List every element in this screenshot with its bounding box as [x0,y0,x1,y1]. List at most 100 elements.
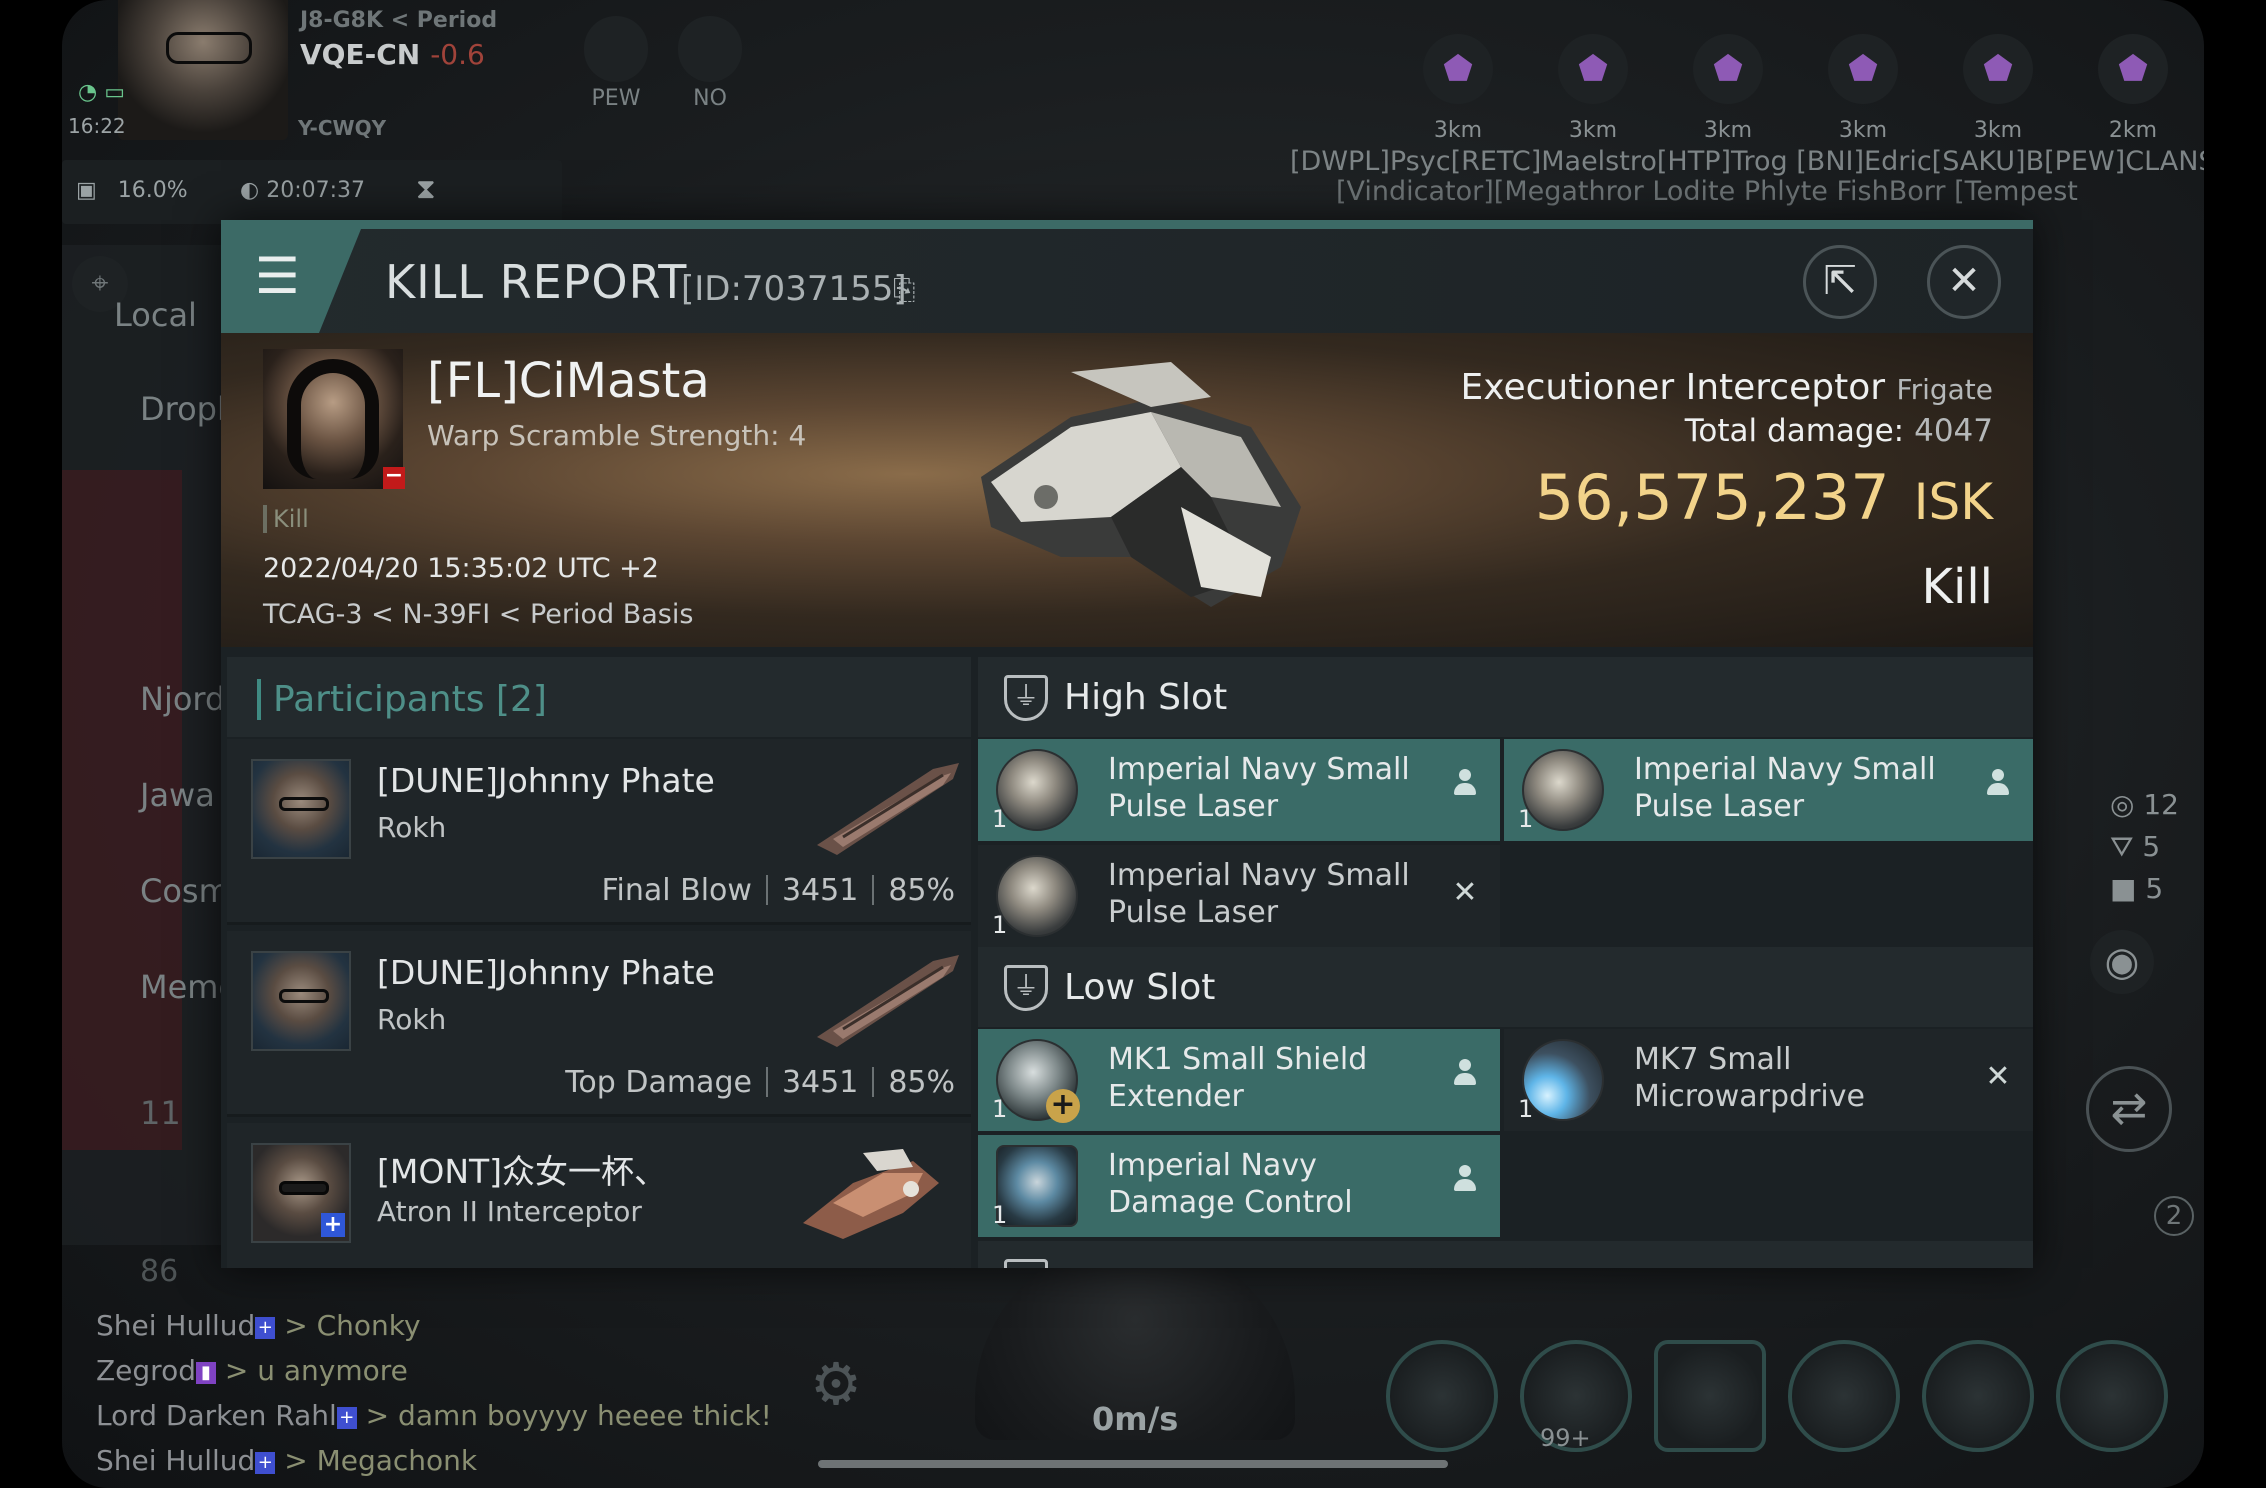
fitting-item[interactable]: 1 Imperial Navy Small Pulse Laser [1504,739,2033,841]
overview-entry-2[interactable]: ⬟ 3km [1543,34,1643,143]
overview-entry-3[interactable]: ⬟ 3km [1678,34,1778,143]
dropped-person-icon [1450,1165,1480,1205]
side-count: 11 [140,1094,181,1132]
high-slot-icon: ⏚ [1004,675,1048,721]
chat-log[interactable]: Shei Hullud + > Chonky Zegrod ▮ > u anymor… [96,1303,772,1483]
victim-ship-class[interactable]: Executioner Interceptor Frigate [1461,367,1993,408]
participant-stats: Final Blow 3451 85% [601,873,955,908]
region-route: J8-G8K < Period [300,8,498,33]
timer-stat[interactable]: ◐ 20:07:37 [240,178,365,203]
drone-stack-count[interactable]: 2 [2154,1196,2194,1236]
wifi-icon: ◔ ▭ [78,80,125,105]
fleet-pew-button[interactable] [584,16,648,82]
microwarpdrive-icon [1522,1039,1604,1121]
participant-name: [MONT]众女一杯、 [377,1152,668,1191]
overview-names: [DWPL]Psyc[RETC]Maelstro[HTP]Trog [BNI]E… [1290,146,2204,177]
overview-entry-1[interactable]: ⬟ 3km [1408,34,1508,143]
mid-slot-icon: ⏚ [1004,1259,1048,1268]
victim-name[interactable]: [FL]CiMasta [427,353,710,409]
home-indicator[interactable] [818,1460,1448,1468]
victim-portrait[interactable]: − [263,349,405,489]
chat-line: Zegrod ▮ > u anymore [96,1354,408,1387]
item-name: Imperial Navy Small Pulse Laser [1108,858,1410,930]
target-count: ◎ 12 [2110,788,2179,821]
fleet-no-button[interactable] [678,16,742,82]
item-name: Imperial Navy Small Pulse Laser [1108,752,1410,824]
share-button[interactable]: ⇱ [1803,245,1877,319]
participant-row[interactable]: + [MONT]众女一杯、 Atron II Interceptor [227,1123,971,1268]
cargo-stat[interactable]: ▣ 16.0% [76,178,188,203]
pilot-portrait[interactable] [118,0,288,140]
module-slot-damage-control[interactable] [1654,1340,1766,1452]
speed-readout: 0m/s [1092,1400,1179,1438]
hourglass-icon[interactable]: ⧗ [416,172,436,206]
clock: 16:22 [68,114,126,138]
ship-bracket-icon: ⬟ [1558,34,1628,104]
kill-report-title: KILL REPORT [385,255,688,309]
system-name[interactable]: VQE-CN -0.6 [300,38,485,71]
participant-portrait[interactable] [251,951,351,1051]
close-button[interactable]: ✕ [1927,245,2001,319]
high-slot-title: High Slot [1064,677,1228,718]
item-name: MK1 Small Shield Extender [1108,1042,1368,1114]
participants-panel: Participants [2] [DUNE]Johnny Phate Rokh… [227,657,971,1268]
participant-row[interactable]: [DUNE]Johnny Phate Rokh Final Blow 3451 85… [227,739,971,925]
fleet-pew-label: PEW [591,86,641,111]
kill-tag: Kill [263,505,309,533]
isk-value: 56,575,237 ISK [1535,461,1993,534]
participant-name: [DUNE]Johnny Phate [377,761,715,800]
item-name: MK7 Small Microwarpdrive [1634,1042,1865,1114]
destroyed-x-icon: ✕ [1985,1059,2011,1094]
side-tab-njord[interactable]: Njord [140,680,225,718]
standing-minus-icon: − [383,463,405,489]
item-quantity: 1 [1518,805,1534,833]
fitting-item[interactable]: 1 MK7 Small Microwarpdrive ✕ [1504,1029,2033,1131]
fitting-item[interactable]: 1 MK1 Small Shield Extender [978,1029,1500,1131]
fitting-item[interactable]: 1 Imperial Navy Small Pulse Laser [978,739,1500,841]
security-status: -0.6 [430,38,485,71]
overview-entry-5[interactable]: ⬟ 3km [1948,34,2048,143]
side-tab-local[interactable]: Local [114,296,197,334]
module-slot-laser-1[interactable] [1788,1340,1900,1452]
corp-ticker: Y-CWQY [298,116,387,140]
kill-datetime: 2022/04/20 15:35:02 UTC +2 [263,553,659,584]
dropped-person-icon [1450,1059,1480,1099]
copy-icon[interactable]: ⎘ [893,273,915,307]
participant-portrait[interactable]: + [251,1143,351,1243]
shield-extender-icon [996,1039,1080,1123]
side-tab-jawa[interactable]: Jawa [140,776,215,814]
fitting-item[interactable]: 1 Imperial Navy Damage Control [978,1135,1500,1237]
item-quantity: 1 [992,911,1008,939]
right-stats: ◎ 12 ⛛ 5 ■ 5 [2110,788,2204,914]
participant-portrait[interactable] [251,759,351,859]
destroyed-x-icon: ✕ [1452,875,1478,910]
overview-types: [Vindicator][Megathror Lodite Phlyte Fis… [1336,176,2078,207]
victim-ship-category: Frigate [1896,373,1994,406]
participant-row[interactable]: [DUNE]Johnny Phate Rokh Top Damage 3451 85… [227,931,971,1117]
participant-name: [DUNE]Johnny Phate [377,953,715,992]
victim-ship-name: Executioner Interceptor [1460,367,1886,408]
chat-line: Shei Hullud + > Chonky [96,1309,421,1342]
kill-report-window: ☰ KILL REPORT [ID:7037155] ⎘ ⇱ ✕ − [FL]C… [221,220,2033,1268]
side-tab-cosm[interactable]: Cosm [140,872,230,910]
total-damage: Total damage: 4047 [1684,413,1993,449]
pulse-laser-icon [1522,749,1604,831]
module-charge-badge: 99+ [1540,1424,1591,1452]
overview-entry-6[interactable]: ⬟ 2km [2083,34,2183,143]
fitting-item[interactable]: 1 Imperial Navy Small Pulse Laser ✕ [978,845,1500,947]
drone-count: ⛛ 5 [2110,830,2161,863]
pulse-laser-icon [996,855,1078,937]
kill-location[interactable]: TCAG-3 < N-39FI < Period Basis [263,599,693,630]
isk-unit: ISK [1913,473,1993,531]
module-slot-laser-3[interactable] [2056,1340,2168,1452]
swap-icon[interactable]: ⇄ [2086,1066,2172,1152]
module-slot-mwd[interactable] [1386,1340,1498,1452]
participant-ship: Atron II Interceptor [377,1195,642,1228]
menu-button[interactable]: ☰ [221,229,361,333]
ship-bracket-icon: ⬟ [1693,34,1763,104]
gear-icon[interactable]: ⚙ [810,1350,862,1418]
eye-icon[interactable]: ◉ [2090,930,2154,994]
fleet-no-label: NO [693,86,727,111]
overview-entry-4[interactable]: ⬟ 3km [1813,34,1913,143]
module-slot-laser-2[interactable] [1922,1340,2034,1452]
